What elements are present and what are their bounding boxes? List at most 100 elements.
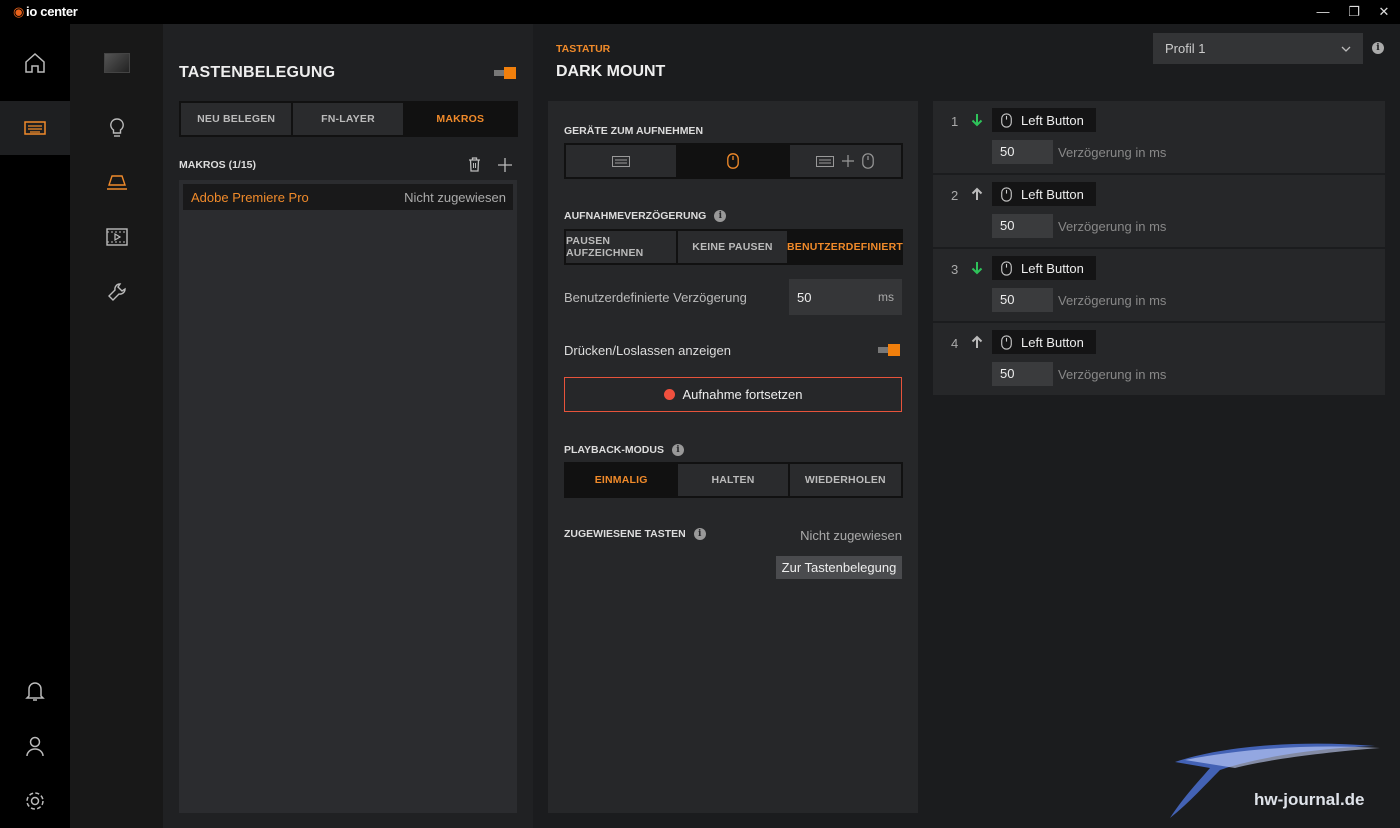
keymap-panel: TASTENBELEGUNG NEU BELEGEN FN-LAYER MAKR… (163, 24, 533, 828)
list-item[interactable]: Adobe Premiere Pro Nicht zugewiesen (183, 184, 513, 210)
trash-icon[interactable] (468, 157, 481, 172)
macro-settings-panel: GERÄTE ZUM AUFNEHMEN AUFNAHMEVERZÖGERUNG… (548, 101, 918, 813)
step-button[interactable]: Left Button (992, 182, 1096, 206)
playback-label-text: PLAYBACK-MODUS (564, 444, 664, 456)
minimize-button[interactable]: — (1308, 2, 1338, 22)
info-icon[interactable]: i (714, 210, 727, 222)
tab-record-mouse[interactable] (678, 145, 788, 177)
keyboard-icon (816, 155, 835, 167)
mouse-icon (862, 153, 875, 169)
macro-step[interactable]: 2 Left Button 50 Verzögerung in ms (933, 175, 1385, 247)
custom-delay-label: Benutzerdefinierte Verzögerung (564, 290, 747, 305)
account-button[interactable] (0, 719, 70, 773)
device-name: DARK MOUNT (556, 63, 666, 80)
chevron-down-icon (1341, 46, 1351, 52)
tab-pausen-aufzeichnen[interactable]: PAUSEN AUFZEICHNEN (566, 231, 676, 263)
home-button[interactable] (0, 36, 70, 90)
step-number: 1 (951, 114, 959, 129)
arrow-down-icon (971, 262, 983, 275)
step-button-label: Left Button (1021, 334, 1084, 350)
playback-label: PLAYBACK-MODUS i (564, 444, 684, 456)
info-icon[interactable]: i (1372, 42, 1384, 54)
info-icon[interactable]: i (693, 528, 706, 540)
delay-label-text: AUFNAHMEVERZÖGERUNG (564, 210, 707, 222)
keymap-tabs: NEU BELEGEN FN-LAYER MAKROS (179, 101, 518, 137)
assigned-label-text: ZUGEWIESENE TASTEN (564, 528, 686, 540)
tab-fn-layer[interactable]: FN-LAYER (293, 103, 403, 135)
notifications-button[interactable] (0, 664, 70, 718)
devices-label-text: GERÄTE ZUM AUFNEHMEN (564, 125, 704, 137)
mouse-icon (1001, 112, 1012, 128)
keyboard-nav-button[interactable] (0, 101, 70, 155)
tab-record-keyboard[interactable] (566, 145, 677, 177)
device-category: TASTATUR (556, 43, 611, 55)
step-number: 4 (951, 336, 959, 351)
add-icon[interactable] (498, 158, 512, 172)
tab-keine-pausen[interactable]: KEINE PAUSEN (678, 231, 787, 263)
keymap-button[interactable] (70, 158, 163, 208)
wrench-icon (107, 283, 126, 301)
step-delay-input[interactable]: 50 (992, 140, 1053, 164)
tab-neu-belegen[interactable]: NEU BELEGEN (181, 103, 292, 135)
profile-selected: Profil 1 (1165, 41, 1206, 56)
macros-count: MAKROS (1/15) (179, 159, 257, 171)
step-delay-input[interactable]: 50 (992, 362, 1053, 386)
assigned-value: Nicht zugewiesen (800, 528, 902, 543)
video-icon (105, 228, 128, 246)
macro-step[interactable]: 4 Left Button 50 Verzögerung in ms (933, 323, 1385, 395)
custom-delay-input[interactable]: 50 ms (789, 279, 902, 315)
step-delay-label: Verzögerung in ms (1058, 219, 1167, 234)
step-delay-input[interactable]: 50 (992, 214, 1053, 238)
macro-step[interactable]: 1 Left Button 50 Verzögerung in ms (933, 101, 1385, 173)
plus-icon (842, 155, 855, 167)
keyboard-icon (24, 121, 46, 135)
tab-makros[interactable]: MAKROS (404, 103, 516, 135)
app-logo: ◉ io center (13, 4, 78, 20)
arrow-up-icon (971, 335, 983, 348)
title-bar: ◉ io center — ❐ ✕ (0, 0, 1400, 24)
step-number: 2 (951, 188, 959, 203)
step-delay-input[interactable]: 50 (992, 288, 1053, 312)
main-rail (0, 24, 70, 828)
settings-button[interactable] (0, 774, 70, 828)
record-device-tabs (564, 143, 903, 179)
tab-halten[interactable]: HALTEN (678, 464, 788, 496)
lighting-button[interactable] (70, 103, 163, 153)
watermark-text: hw-journal.de (1254, 790, 1365, 809)
devices-label: GERÄTE ZUM AUFNEHMEN (564, 125, 703, 137)
step-button[interactable]: Left Button (992, 256, 1096, 280)
record-button-label: Aufnahme fortsetzen (682, 387, 803, 402)
delay-label: AUFNAHMEVERZÖGERUNG i (564, 210, 727, 222)
tools-button[interactable] (70, 267, 163, 317)
keyboard-lamp-icon (106, 175, 127, 190)
keyboard-icon (612, 155, 631, 167)
press-release-toggle[interactable] (878, 344, 900, 356)
logo-mark-icon: ◉ (13, 4, 25, 19)
macro-state: Nicht zugewiesen (404, 189, 506, 205)
step-button[interactable]: Left Button (992, 108, 1096, 132)
tab-wiederholen[interactable]: WIEDERHOLEN (789, 464, 901, 496)
keymap-toggle[interactable] (494, 67, 516, 79)
macro-step[interactable]: 3 Left Button 50 Verzögerung in ms (933, 249, 1385, 321)
home-icon (25, 52, 45, 73)
step-button-label: Left Button (1021, 260, 1084, 276)
device-subnav (70, 24, 163, 828)
tab-record-both[interactable] (789, 145, 901, 177)
step-button[interactable]: Left Button (992, 330, 1096, 354)
goto-keymap-button[interactable]: Zur Tastenbelegung (776, 556, 902, 579)
mouse-icon (1001, 186, 1012, 202)
mouse-icon (1001, 260, 1012, 276)
device-thumbnail (103, 53, 130, 73)
close-button[interactable]: ✕ (1369, 2, 1399, 22)
tab-benutzerdefiniert[interactable]: BENUTZERDEFINIERT (787, 231, 903, 263)
app-name: io center (26, 4, 78, 19)
tab-einmalig[interactable]: EINMALIG (566, 464, 677, 496)
info-icon[interactable]: i (671, 444, 684, 456)
macro-video-button[interactable] (70, 212, 163, 262)
macro-name: Adobe Premiere Pro (191, 189, 309, 205)
profile-select[interactable]: Profil 1 (1153, 33, 1363, 64)
keymap-title: TASTENBELEGUNG (179, 64, 336, 81)
restore-button[interactable]: ❐ (1339, 2, 1369, 22)
device-thumbnail-button[interactable] (70, 38, 163, 88)
record-button[interactable]: Aufnahme fortsetzen (564, 377, 902, 412)
